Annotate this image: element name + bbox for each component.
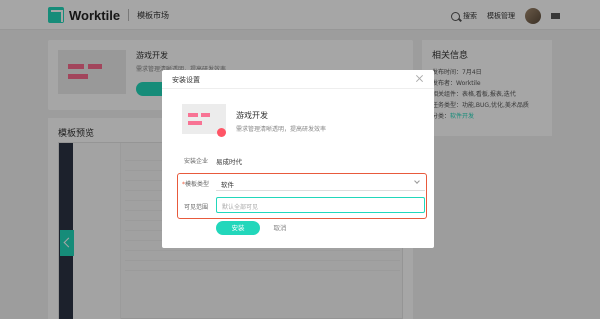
template-type-label: *模板类型 [182, 181, 210, 188]
template-badge-icon [217, 128, 226, 137]
template-type-value: 软件 [221, 181, 234, 189]
visible-scope-label: 可见范围 [184, 204, 209, 211]
modal-template-description: 需求管理清晰透明，提高研发效率 [236, 126, 327, 133]
install-button[interactable]: 安装 [216, 221, 260, 235]
template-type-select[interactable]: 软件 [216, 175, 425, 191]
close-icon[interactable] [416, 74, 424, 82]
company-label: 安装企业 [184, 158, 209, 165]
company-value: 易成时代 [216, 158, 242, 166]
modal-template-title: 游戏开发 [236, 111, 268, 120]
install-settings-modal: 安装设置 游戏开发 需求管理清晰透明，提高研发效率 安装企业 易成时代 *模板类… [162, 70, 434, 248]
chevron-down-icon [414, 178, 420, 184]
modal-header: 安装设置 [162, 70, 434, 89]
visible-scope-input[interactable]: 默认全部可见 [216, 197, 425, 213]
cancel-button[interactable]: 取消 [268, 221, 292, 235]
modal-title: 安装设置 [172, 76, 200, 84]
